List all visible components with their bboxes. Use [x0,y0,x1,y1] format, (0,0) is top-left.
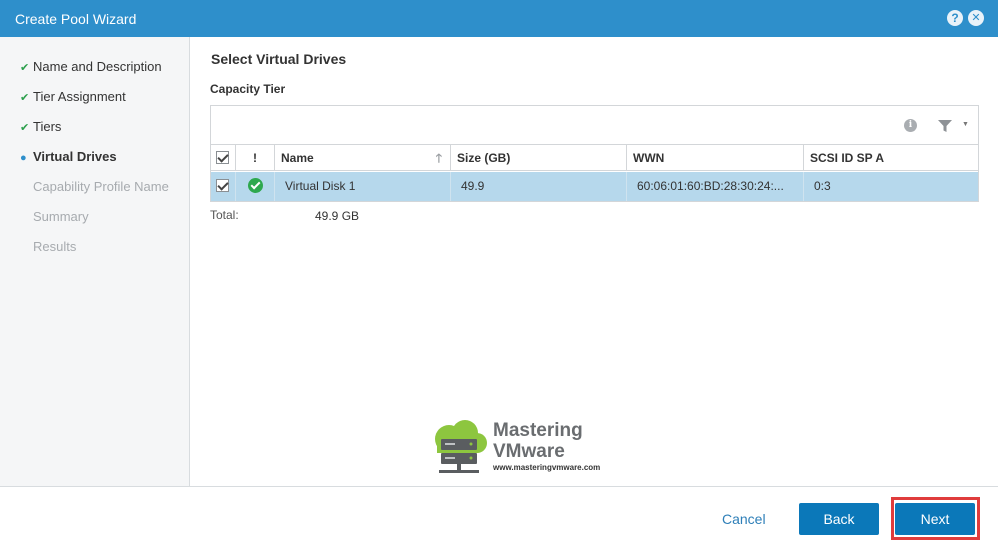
status-ok-icon [236,172,275,201]
wizard-footer: Cancel Back Next [0,486,998,549]
grid-toolbar: i ▼ [211,106,978,145]
logo-text-line1: Mastering [493,420,583,441]
virtual-drives-grid: i ▼ ! Name 🡑 Size (GB) WWN SCSI ID SP A V… [210,105,979,202]
chevron-down-icon[interactable]: ▼ [962,121,969,128]
wizard-titlebar: Create Pool Wizard ? ✕ [0,0,998,37]
step-name-and-description[interactable]: ✔ Name and Description [20,59,162,74]
next-button[interactable]: Next [895,503,975,535]
row-size: 49.9 [451,172,627,201]
step-results: Results [33,239,77,254]
step-tier-assignment[interactable]: ✔ Tier Assignment [20,89,126,104]
section-title: Select Virtual Drives [211,51,347,67]
wizard-content: Select Virtual Drives Capacity Tier i ▼ … [191,37,998,486]
back-button[interactable]: Back [799,503,879,535]
check-icon: ✔ [20,62,30,74]
server-cloud-logo-icon [435,420,487,473]
logo-url: www.masteringvmware.com [493,463,601,472]
select-all-checkbox[interactable] [211,145,236,171]
column-header-scsi-id[interactable]: SCSI ID SP A [804,145,978,171]
row-name: Virtual Disk 1 [275,172,451,201]
check-icon: ✔ [20,122,30,134]
question-icon[interactable]: ? [947,10,963,26]
mastering-vmware-logo: Mastering VMware www.masteringvmware.com [431,417,631,477]
row-checkbox[interactable] [211,172,236,201]
cancel-button[interactable]: Cancel [722,511,766,527]
grid-header: ! Name 🡑 Size (GB) WWN SCSI ID SP A [211,145,978,171]
step-capability-profile-name: Capability Profile Name [33,179,169,194]
row-wwn: 60:06:01:60:BD:28:30:24:... [627,172,804,201]
wizard-steps-sidebar: ✔ Name and Description ✔ Tier Assignment ✔… [0,37,190,486]
total-label: Total: [210,208,239,222]
column-header-size[interactable]: Size (GB) [451,145,627,171]
bullet-icon: ● [20,152,27,164]
check-icon: ✔ [20,92,30,104]
logo-text-line2: VMware [493,441,565,462]
step-virtual-drives[interactable]: ● Virtual Drives [20,149,117,164]
column-header-status[interactable]: ! [236,145,275,171]
total-value: 49.9 GB [315,209,360,223]
row-scsi-id: 0:3 [814,179,831,193]
filter-icon[interactable] [937,119,953,133]
tier-title: Capacity Tier [210,82,286,96]
step-tiers[interactable]: ✔ Tiers [20,119,61,134]
column-header-name[interactable]: Name 🡑 [275,145,451,171]
column-header-wwn[interactable]: WWN [627,145,804,171]
step-summary: Summary [33,209,89,224]
info-icon[interactable]: i [904,119,917,132]
close-icon[interactable]: ✕ [968,10,984,26]
sort-ascending-icon: 🡑 [435,151,442,165]
wizard-title: Create Pool Wizard [15,11,137,27]
table-row[interactable]: Virtual Disk 1 49.9 60:06:01:60:BD:28:30… [211,172,978,201]
